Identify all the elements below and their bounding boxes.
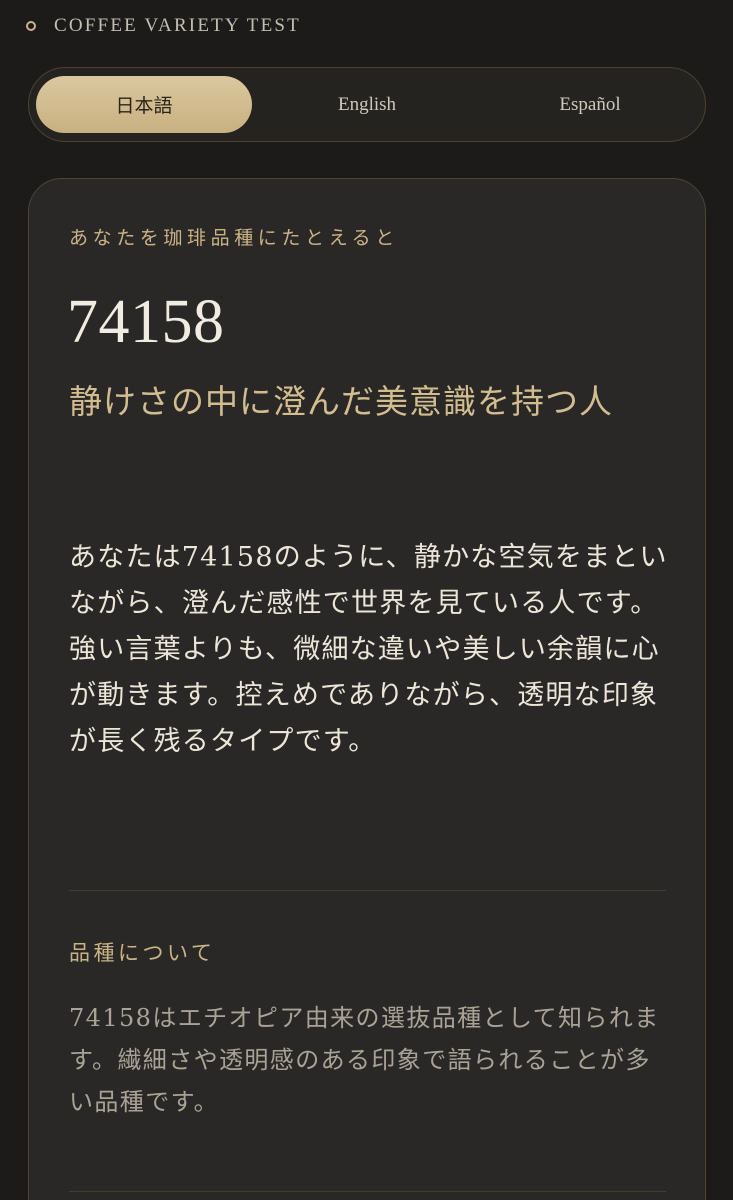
divider <box>69 890 666 891</box>
about-variety-heading: 品種について <box>69 941 216 965</box>
app-header: COFFEE VARIETY TEST <box>26 12 301 40</box>
about-variety-body: 74158はエチオピア由来の選抜品種として知られます。繊細さや透明感のある印象で… <box>69 1004 660 1116</box>
result-eyebrow: あなたを珈琲品種にたとえると <box>69 227 399 249</box>
tab-spanish[interactable]: Español <box>482 76 698 133</box>
result-description: あなたは74158のように、静かな空気をまといながら、澄んだ感性で世界を見ている… <box>69 542 668 757</box>
language-switcher: 日本語 English Español <box>28 67 706 142</box>
result-card: あなたを珈琲品種にたとえると 74158 静けさの中に澄んだ美意識を持つ人 あな… <box>28 178 706 1200</box>
variety-number: 74158 <box>67 288 225 356</box>
tab-japanese[interactable]: 日本語 <box>36 76 252 133</box>
divider <box>69 1191 666 1192</box>
circle-icon <box>26 21 36 31</box>
result-headline: 静けさの中に澄んだ美意識を持つ人 <box>69 382 613 421</box>
tab-english[interactable]: English <box>252 76 482 133</box>
app-title: COFFEE VARIETY TEST <box>54 15 301 36</box>
